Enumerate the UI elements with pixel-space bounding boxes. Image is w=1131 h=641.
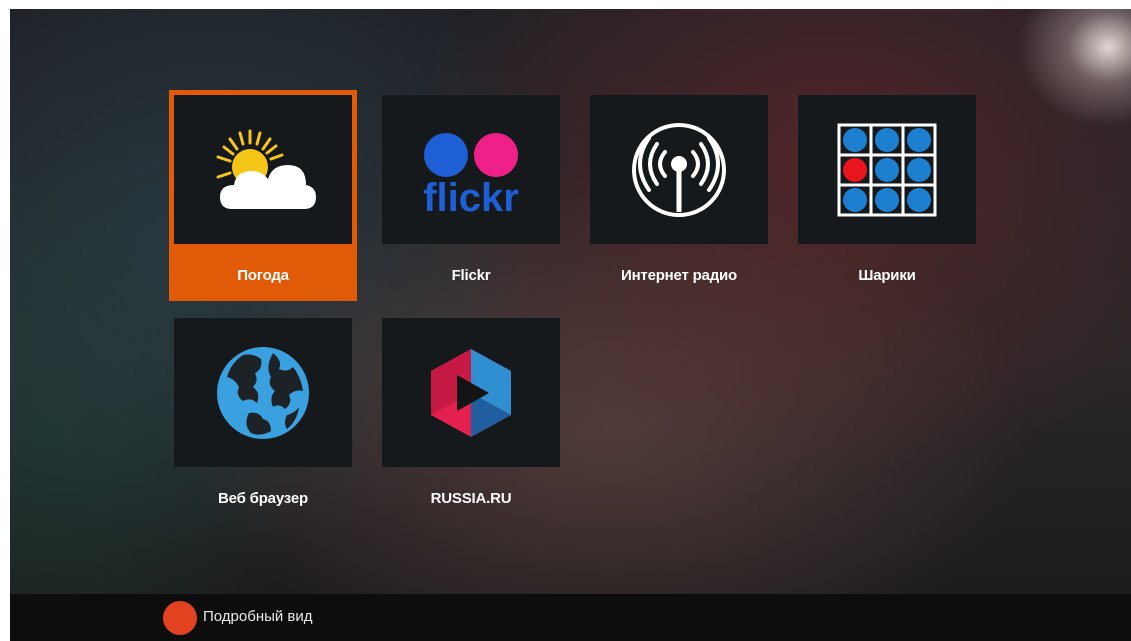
app-tile-balls[interactable]: Шарики xyxy=(798,95,976,301)
app-thumbnail xyxy=(382,318,560,467)
app-tile-internet-radio[interactable]: Интернет радио xyxy=(590,95,768,301)
app-thumbnail xyxy=(798,95,976,244)
app-thumbnail xyxy=(174,318,352,467)
app-label: Шарики xyxy=(858,267,916,284)
balls-grid-icon xyxy=(837,123,937,216)
weather-icon xyxy=(216,129,316,209)
app-tile-weather[interactable]: Погода xyxy=(169,90,357,301)
app-tile-flickr[interactable]: flickr Flickr xyxy=(382,95,560,301)
app-label: Веб браузер xyxy=(218,490,308,507)
russia-ru-icon xyxy=(431,348,511,437)
app-launcher-screen: Погода flickr Flickr Интернет радио Шари… xyxy=(10,9,1131,641)
app-label: Flickr xyxy=(451,267,491,284)
detail-view-hint[interactable]: Подробный вид xyxy=(203,608,313,625)
app-thumbnail: flickr xyxy=(382,95,560,244)
app-label: Интернет радио xyxy=(620,267,738,284)
app-tile-russia-ru[interactable]: RUSSIA.RU xyxy=(382,318,560,524)
app-thumbnail xyxy=(174,95,352,244)
flickr-icon: flickr xyxy=(423,132,519,215)
app-thumbnail xyxy=(590,95,768,244)
red-button-icon[interactable] xyxy=(163,601,197,635)
radio-icon xyxy=(632,122,726,217)
app-label: Погода xyxy=(237,267,289,284)
globe-icon xyxy=(217,346,309,439)
app-tile-web-browser[interactable]: Веб браузер xyxy=(174,318,352,524)
flickr-logo-text: flickr xyxy=(423,176,519,215)
bottom-hint-bar: Подробный вид xyxy=(10,594,1131,641)
app-label: RUSSIA.RU xyxy=(430,490,512,507)
